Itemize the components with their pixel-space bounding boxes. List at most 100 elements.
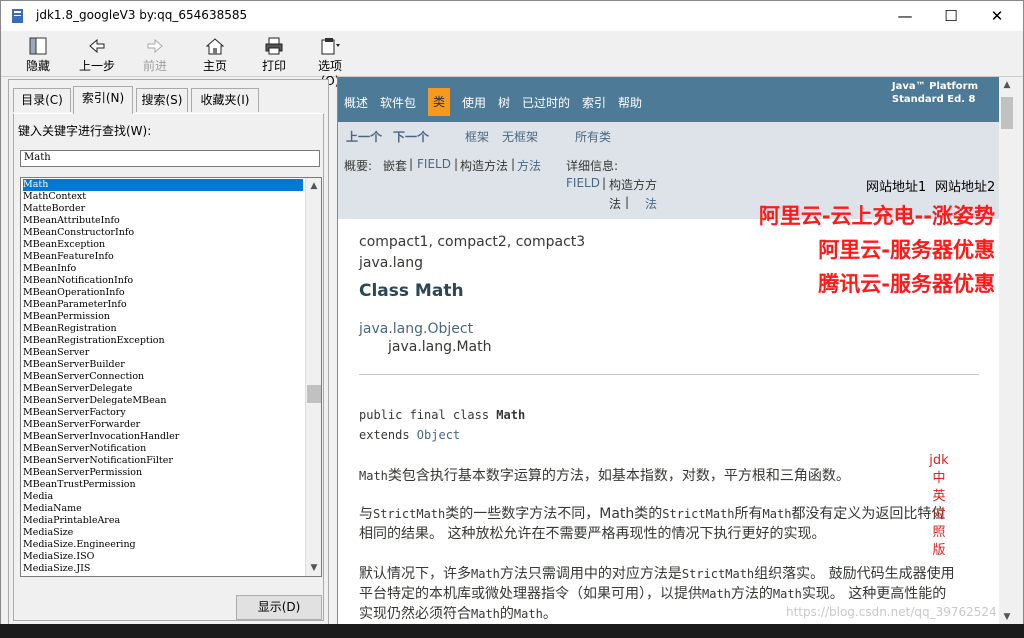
site-link-1[interactable]: 网站地址1 [866,176,926,195]
options-button[interactable]: 选项(O) [310,34,350,88]
detail-field-link[interactable]: FIELD [566,176,600,190]
promo-aliyun-charge[interactable]: 阿里云-云上充电--涨姿势 [759,200,995,230]
index-list-item[interactable]: MediaName [23,503,303,515]
index-list-item[interactable]: MediaSize.Engineering [23,539,303,551]
index-list-item[interactable]: MBeanTrustPermission [23,479,303,491]
index-list-item[interactable]: MBeanOperationInfo [23,287,303,299]
index-list-item[interactable]: MBeanNotificationInfo [23,275,303,287]
index-list-item[interactable]: MBeanException [23,239,303,251]
index-list-scrollbar[interactable]: ▲ ▼ [305,178,321,576]
summary-method-link[interactable]: 方法 [517,157,541,174]
hide-button[interactable]: 隐藏 [16,34,60,74]
index-list-item[interactable]: MBeanServerConnection [23,371,303,383]
maximize-button[interactable]: ☐ [928,1,974,31]
index-list-item[interactable]: MBeanServerFactory [23,407,303,419]
minimize-button[interactable]: — [882,1,928,31]
tab-index[interactable]: 索引(N) [73,86,133,114]
p3l2-code-b: Math [702,587,731,601]
nav-overview[interactable]: 概述 [344,94,368,111]
index-list-item[interactable]: MBeanRegistrationException [23,335,303,347]
index-list-item[interactable]: MBeanServerPermission [23,467,303,479]
forward-button[interactable]: 前进 [133,34,177,74]
index-list-item[interactable]: MBeanServerDelegate [23,383,303,395]
index-list[interactable]: ▲ ▼ Math MathContext MatteBorder MBeanAttri… [20,177,322,577]
index-list-item[interactable]: MediaSize.ISO [23,551,303,563]
prev-class-link[interactable]: 上一个 [346,128,382,145]
decl-class-name: Math [496,408,526,422]
all-classes-link[interactable]: 所有类 [575,128,611,145]
index-list-item[interactable]: MBeanAttributeInfo [23,215,303,227]
content-scroll-thumb[interactable] [1001,97,1013,129]
index-list-item[interactable]: MBeanFeatureInfo [23,251,303,263]
close-button[interactable]: ✕ [974,1,1020,31]
nav-deprecated[interactable]: 已过时的 [522,94,570,111]
detail-method-link[interactable]: 法 [645,195,657,212]
scroll-thumb[interactable] [307,385,321,403]
inherit-object-link[interactable]: java.lang.Object [359,321,473,337]
print-label: 打印 [261,59,286,73]
profiles-text: compact1, compact2, compact3 [359,234,586,250]
index-list-item[interactable]: Media [23,491,303,503]
content-scroll-up-icon[interactable]: ▲ [999,77,1015,93]
paragraph-1: Math类包含执行基本数字运算的方法，如基本指数，对数，平方根和三角函数。 [359,465,850,485]
detail-sep-2: | [625,195,630,209]
index-list-item[interactable]: MBeanServerBuilder [23,359,303,371]
paragraph-3-line-2: 平台特定的本机库或微处理器指令（如果可用），以提供Math方法的Math实现。 … [359,583,946,603]
promo-aliyun-server[interactable]: 阿里云-服务器优惠 [818,234,995,264]
nav-package[interactable]: 软件包 [380,94,416,111]
index-list-item[interactable]: MBeanServerNotificationFilter [23,455,303,467]
display-button[interactable]: 显示(D) [236,595,322,620]
nav-help[interactable]: 帮助 [618,94,642,111]
p3-text-a: 默认情况下，许多 [359,566,471,582]
site-link-2[interactable]: 网站地址2 [935,176,995,195]
title-bar: jdk1.8_googleV3 by:qq_654638585 — ☐ ✕ [1,1,1023,31]
index-list-item[interactable]: MBeanPermission [23,311,303,323]
tab-contents[interactable]: 目录(C) [13,88,71,112]
forward-label: 前进 [142,59,167,73]
detail-sep-1: | [602,176,607,190]
content-scrollbar[interactable]: ▲ ▼ [999,77,1015,625]
home-button[interactable]: 主页 [193,34,237,74]
index-list-item[interactable]: Math [23,179,303,191]
index-list-item[interactable]: MBeanServerDelegateMBean [23,395,303,407]
nav-class: 类 [428,88,451,116]
index-list-item[interactable]: MBeanServerNotification [23,443,303,455]
nav-index[interactable]: 索引 [582,94,606,111]
nav-tree[interactable]: 树 [498,94,510,111]
divider [359,374,979,375]
decl-object-link[interactable]: Object [417,428,460,442]
vertical-jdk-label[interactable]: jdk 中 英 对 照 版 [929,452,949,560]
next-class-link[interactable]: 下一个 [393,128,429,145]
content-scroll-down-icon[interactable]: ▼ [999,609,1015,625]
frames-link[interactable]: 框架 [465,128,489,145]
top-nav-bar: 概述 软件包 类 使用 树 已过时的 索引 帮助 Java™ Platform … [338,77,999,122]
index-list-item[interactable]: MBeanParameterInfo [23,299,303,311]
index-list-item[interactable]: MBeanServer [23,347,303,359]
index-list-item[interactable]: MediaSize [23,527,303,539]
vert-char-2: 英 [932,489,946,504]
scroll-up-icon[interactable]: ▲ [306,178,321,194]
p3-text-c: 方法只需调用中的对应方法是 [499,566,682,582]
print-button[interactable]: 打印 [252,34,296,74]
index-list-item[interactable]: MBeanInfo [23,263,303,275]
content-pane: 概述 软件包 类 使用 树 已过时的 索引 帮助 Java™ Platform … [337,77,999,625]
tab-favorites[interactable]: 收藏夹(I) [191,88,259,112]
no-frames-link[interactable]: 无框架 [502,128,538,145]
back-button[interactable]: 上一步 [75,34,119,74]
tab-search[interactable]: 搜索(S) [136,88,188,112]
index-list-item[interactable]: MBeanConstructorInfo [23,227,303,239]
index-list-item[interactable]: MediaPrintableArea [23,515,303,527]
index-list-item[interactable]: MediaSize.JIS [23,563,303,575]
summary-field-link[interactable]: FIELD [417,157,451,171]
keyword-input[interactable]: Math [20,150,320,167]
scroll-down-icon[interactable]: ▼ [306,560,321,576]
index-list-item[interactable]: MBeanServerForwarder [23,419,303,431]
nav-use[interactable]: 使用 [462,94,486,111]
index-list-item[interactable]: MathContext [23,191,303,203]
promo-tencent-server[interactable]: 腾讯云-服务器优惠 [818,268,995,298]
vert-char-4: 照 [932,525,946,540]
index-list-item[interactable]: MatteBorder [23,203,303,215]
index-list-item[interactable]: MBeanRegistration [23,323,303,335]
class-declaration: public final class Math [359,408,525,422]
index-list-item[interactable]: MBeanServerInvocationHandler [23,431,303,443]
